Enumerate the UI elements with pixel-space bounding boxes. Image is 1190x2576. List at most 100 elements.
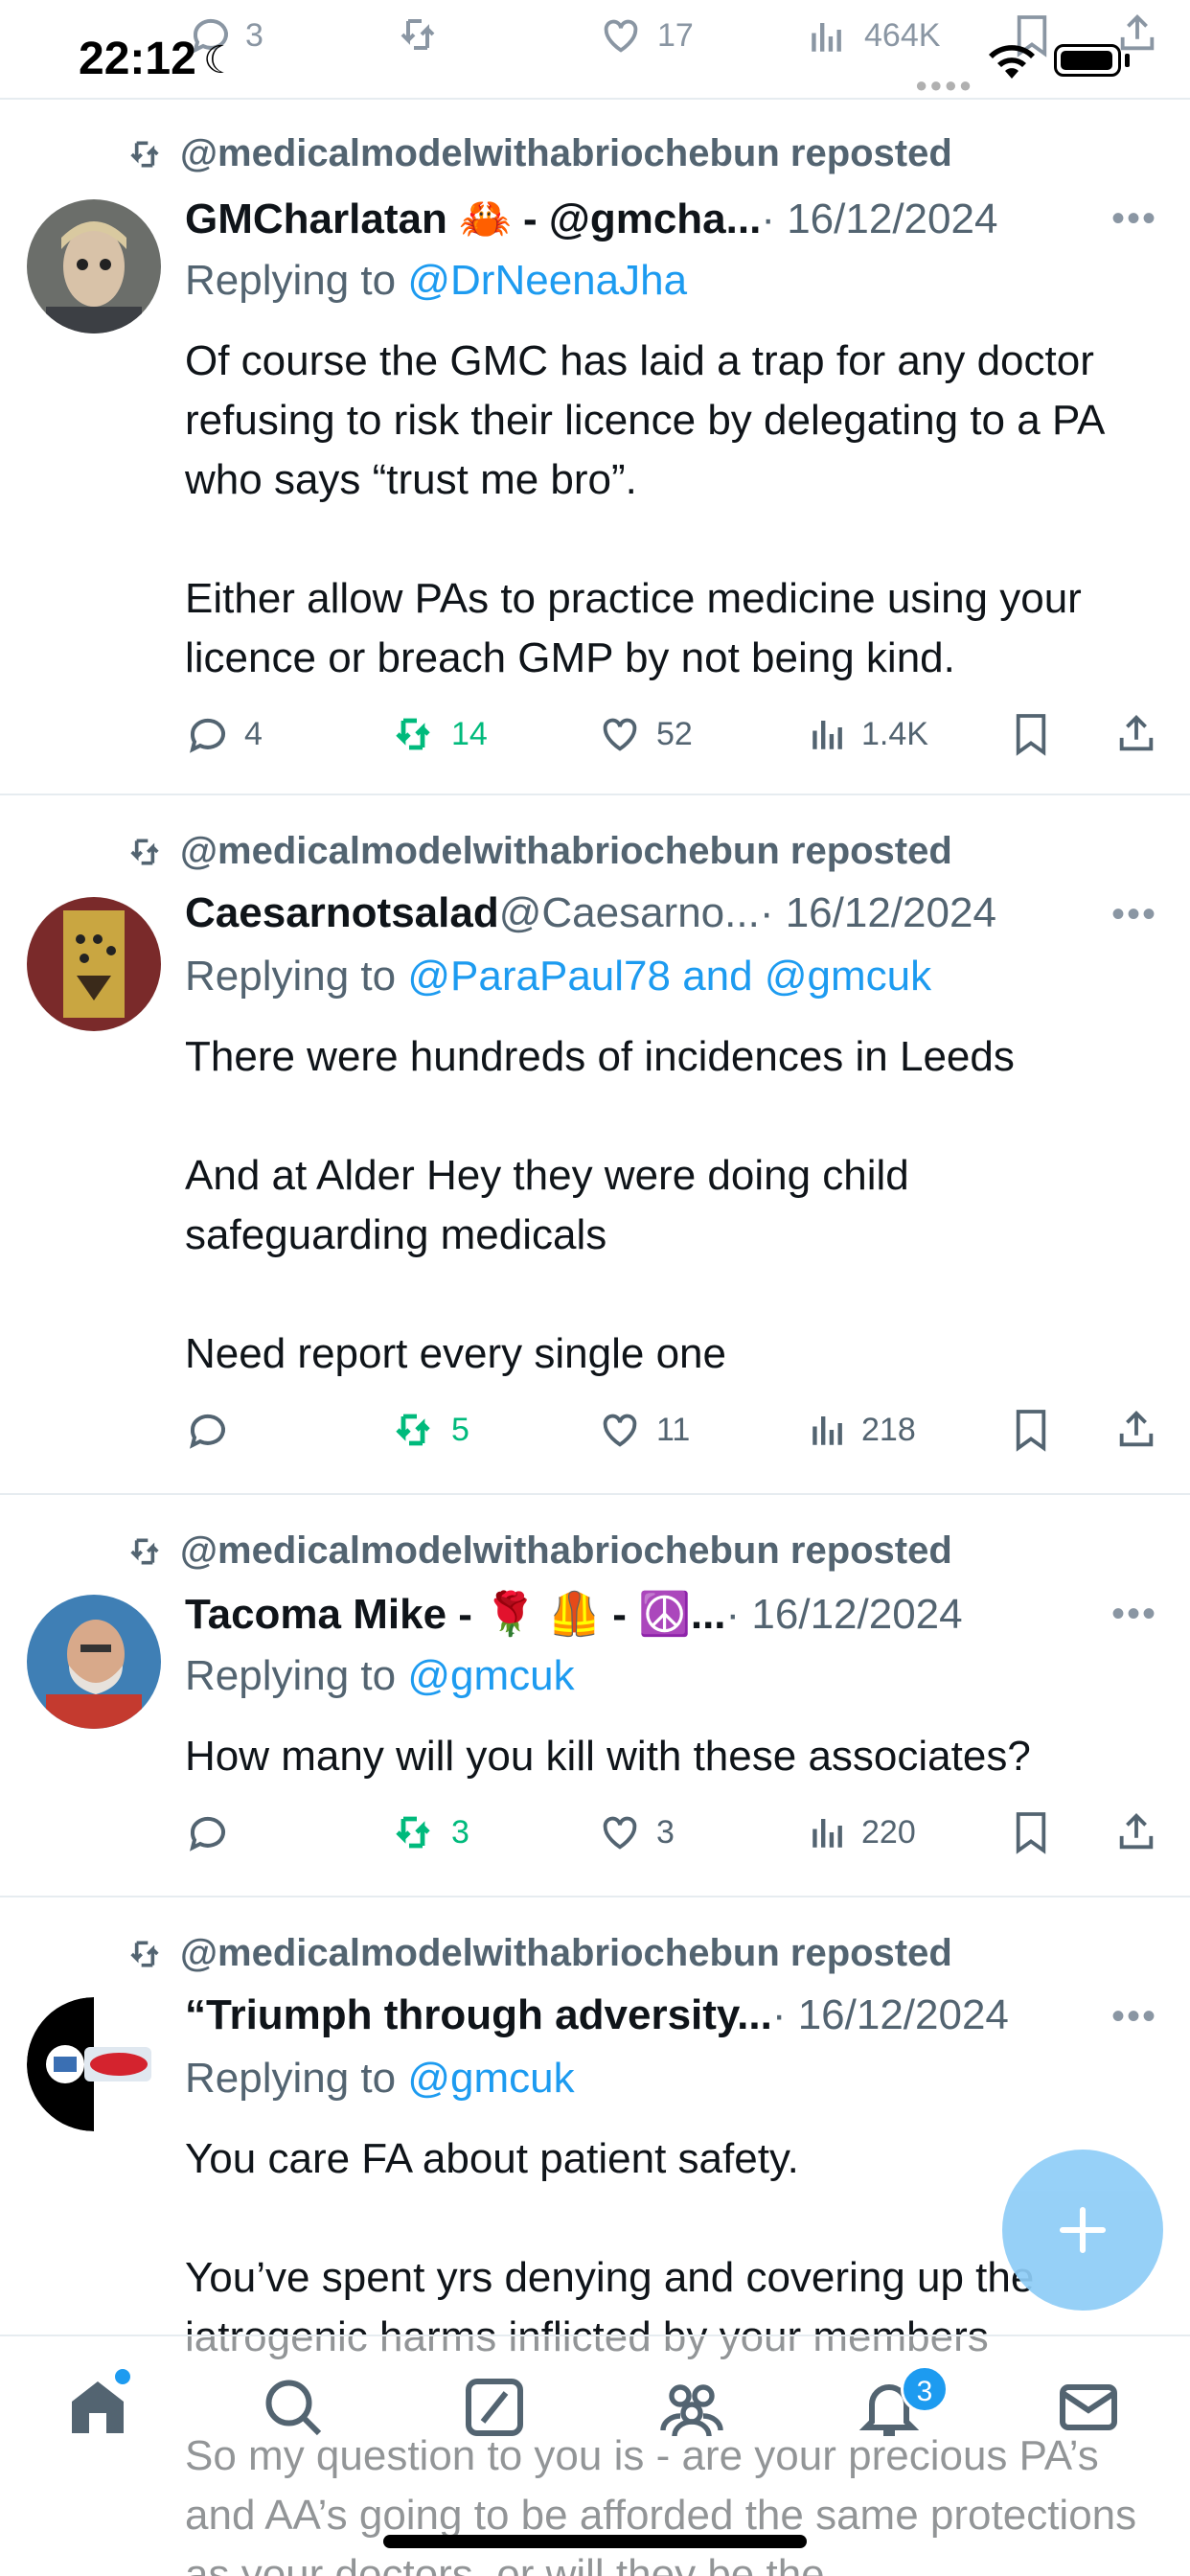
reply-prefix: Replying to [185, 1652, 408, 1699]
like-count: 11 [656, 1411, 691, 1448]
repost-icon [130, 1941, 159, 1966]
repost-icon [396, 718, 430, 750]
view-count: 218 [861, 1411, 916, 1448]
reply-to-link[interactable]: @gmcuk [407, 2055, 574, 2102]
reply-to-link[interactable]: @gmcuk [407, 1652, 574, 1699]
tweet-date[interactable]: · 16/12/2024 [760, 889, 996, 937]
repost-attribution[interactable]: @medicalmodelwithabriochebun reposted [123, 132, 952, 175]
bookmark-button[interactable] [1013, 1804, 1049, 1861]
like-button[interactable]: 11 [597, 1401, 690, 1459]
reply-prefix: Replying to [185, 953, 408, 1000]
reposted-by-text: @medicalmodelwithabriochebun reposted [180, 830, 952, 872]
repost-icon [396, 1816, 430, 1849]
like-button[interactable]: 3 [597, 1804, 675, 1861]
mail-icon [1060, 2384, 1117, 2430]
display-name[interactable]: “Triumph through adversity... [185, 1991, 772, 2039]
display-name[interactable]: Tacoma Mike - 🌹 🦺 - ☮️... [185, 1589, 726, 1639]
reposted-by-text: @medicalmodelwithabriochebun reposted [180, 1932, 952, 1974]
views-button[interactable]: 220 [808, 1804, 916, 1861]
tweet-3[interactable]: @medicalmodelwithabriochebun reposted Ta… [0, 1497, 1190, 1898]
tweet-actions: 3 3 220 [185, 1804, 1162, 1861]
more-options-icon[interactable]: ••• [1111, 197, 1157, 241]
share-icon[interactable] [1115, 12, 1159, 64]
more-options-icon[interactable]: ••• [1111, 893, 1157, 936]
like-button[interactable]: 52 [597, 705, 693, 763]
bookmark-icon [1016, 1812, 1046, 1854]
repost-icon[interactable] [393, 12, 443, 66]
views-button[interactable]: 1.4K [808, 705, 928, 763]
bookmark-button[interactable] [1013, 1401, 1049, 1459]
share-button[interactable] [1114, 1401, 1158, 1459]
like-icon[interactable] [598, 13, 644, 66]
reposted-by-text: @medicalmodelwithabriochebun reposted [180, 1530, 952, 1572]
repost-count: 3 [451, 1813, 469, 1851]
reply-context: Replying to @ParaPaul78 and @gmcuk [185, 953, 931, 1000]
share-button[interactable] [1114, 1804, 1158, 1861]
previous-like-count: 17 [657, 17, 694, 54]
tweet-1[interactable]: @medicalmodelwithabriochebun reposted GM… [0, 102, 1190, 795]
tweet-date[interactable]: · 16/12/2024 [761, 196, 997, 243]
tweet-date[interactable]: · 16/12/2024 [772, 1991, 1009, 2039]
view-count: 220 [861, 1813, 916, 1851]
more-options-icon[interactable]: ••• [1111, 1593, 1157, 1636]
reply-to-link[interactable]: @DrNeenaJha [407, 257, 687, 304]
compose-fab-button[interactable] [1002, 2150, 1163, 2311]
communities-tab[interactable] [657, 2373, 734, 2450]
tweet-header: Caesarnotsalad @Caesarno... · 16/12/2024 [185, 889, 996, 937]
tweet-header: “Triumph through adversity... · 16/12/20… [185, 1991, 1009, 2039]
views-icon [812, 1416, 842, 1445]
tweet-2[interactable]: @medicalmodelwithabriochebun reposted Ca… [0, 797, 1190, 1495]
repost-button[interactable]: 14 [388, 705, 488, 763]
communities-icon [660, 2384, 723, 2437]
views-icon [812, 721, 842, 749]
display-name[interactable]: Caesarnotsalad [185, 889, 499, 937]
battery-icon [1054, 44, 1121, 77]
repost-attribution[interactable]: @medicalmodelwithabriochebun reposted [123, 1530, 952, 1573]
views-icon [812, 1819, 842, 1848]
reply-to-link[interactable]: @ParaPaul78 and @gmcuk [407, 953, 931, 1000]
avatar[interactable] [27, 1997, 161, 2131]
bookmark-icon [1016, 1410, 1046, 1452]
repost-button[interactable]: 3 [388, 1804, 469, 1861]
share-button[interactable] [1114, 705, 1158, 763]
user-handle[interactable]: @Caesarno... [499, 889, 760, 937]
tweet-date[interactable]: · 16/12/2024 [726, 1591, 963, 1639]
reply-button[interactable]: 4 [185, 705, 263, 763]
messages-tab[interactable] [1054, 2373, 1131, 2450]
reply-button[interactable] [185, 1804, 244, 1861]
reply-button[interactable] [185, 1401, 244, 1459]
battery-nub [1125, 54, 1130, 67]
more-options-icon[interactable]: ••• [1111, 1995, 1157, 2038]
like-icon [603, 1816, 637, 1850]
bookmark-button[interactable] [1013, 705, 1049, 763]
search-tab[interactable] [259, 2373, 335, 2450]
repost-attribution[interactable]: @medicalmodelwithabriochebun reposted [123, 1932, 952, 1975]
tweet-header: GMCharlatan 🦀 - @gmcha... · 16/12/2024 [185, 194, 997, 243]
display-name[interactable]: GMCharlatan 🦀 - @gmcha... [185, 194, 761, 243]
avatar[interactable] [27, 897, 161, 1031]
views-button[interactable]: 218 [808, 1401, 916, 1459]
avatar[interactable] [27, 1595, 161, 1729]
reply-icon [190, 1816, 225, 1852]
search-icon [265, 2380, 322, 2436]
previous-view-count: 464K [864, 17, 941, 54]
grok-tab[interactable] [460, 2373, 537, 2450]
home-indicator[interactable] [383, 2535, 807, 2548]
repost-attribution[interactable]: @medicalmodelwithabriochebun reposted [123, 830, 952, 873]
views-icon[interactable] [807, 15, 847, 66]
reply-prefix: Replying to [185, 257, 408, 304]
compose-icon [466, 2379, 523, 2436]
tweet-text: Of course the GMC has laid a trap for an… [185, 337, 1103, 681]
like-count: 52 [656, 715, 693, 752]
tweet-actions: 4 14 52 1.4K [185, 705, 1162, 763]
plus-icon [1059, 2206, 1107, 2254]
avatar[interactable] [27, 199, 161, 334]
share-icon [1119, 1411, 1154, 1447]
repost-button[interactable]: 5 [388, 1401, 469, 1459]
view-count: 1.4K [861, 715, 928, 752]
reply-prefix: Replying to [185, 2055, 408, 2102]
focus-moon-icon: ☾ [203, 39, 238, 81]
like-icon [603, 718, 637, 751]
tweet-text: How many will you kill with these associ… [185, 1733, 1031, 1780]
like-icon [603, 1414, 637, 1447]
